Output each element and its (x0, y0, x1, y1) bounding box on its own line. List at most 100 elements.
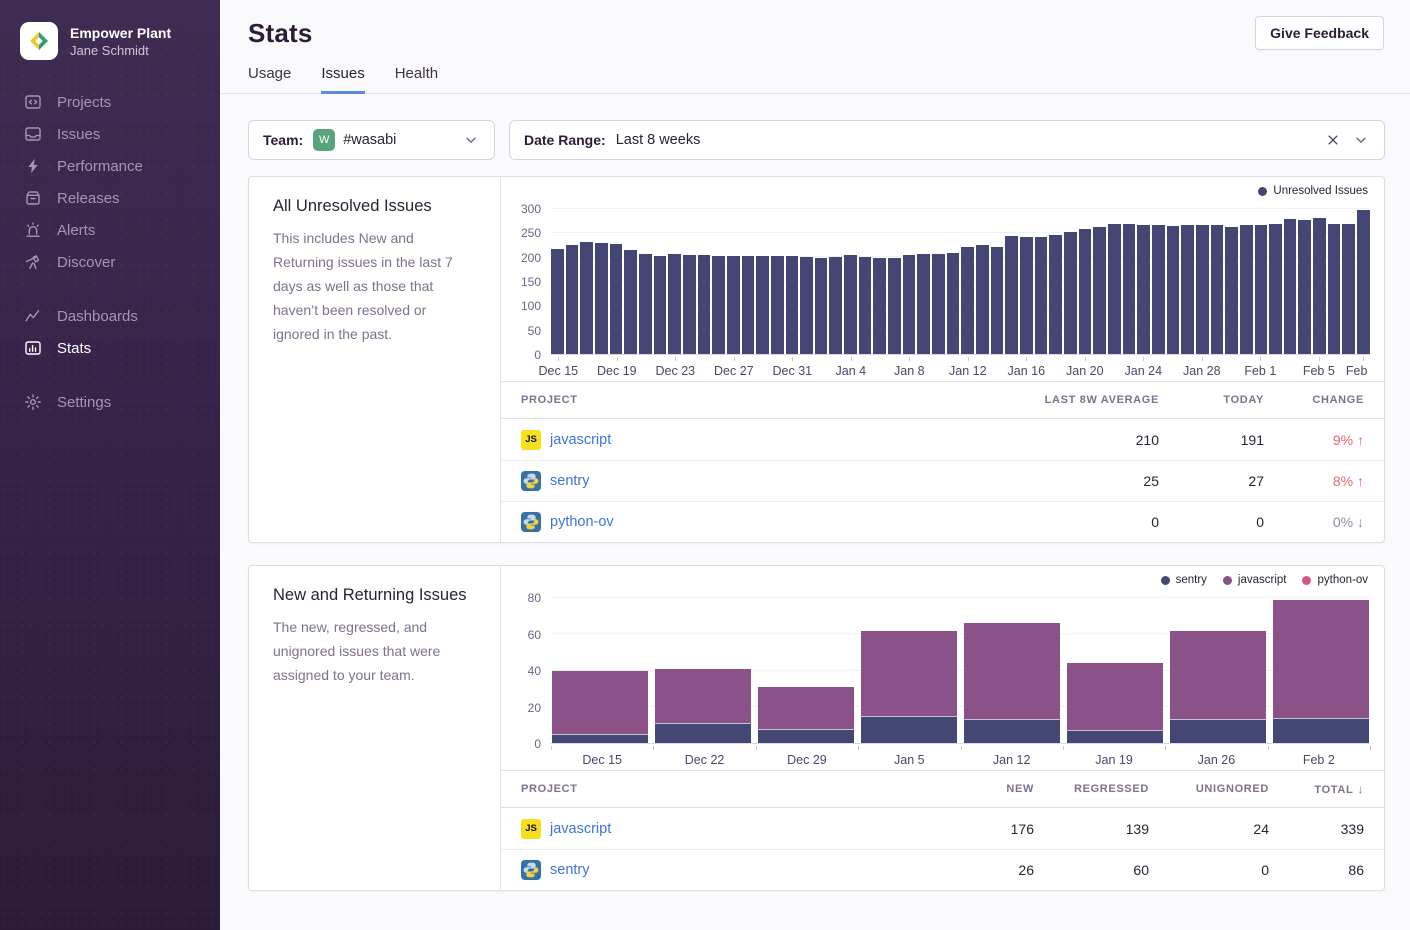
value-cell: 0 (1159, 514, 1264, 530)
projects-icon (24, 93, 42, 111)
sidebar-item-issues[interactable]: Issues (0, 118, 220, 150)
sidebar-item-dashboards[interactable]: Dashboards (0, 300, 220, 332)
bar (1035, 237, 1048, 354)
x-tick-mark (1319, 357, 1320, 361)
bar-series (551, 209, 1370, 354)
bar (888, 258, 901, 354)
bar (1357, 210, 1370, 354)
project-link-sentry[interactable]: sentry (550, 862, 590, 878)
legend-item-python-ov[interactable]: python-ov (1302, 574, 1368, 586)
discover-icon (24, 253, 42, 271)
legend-item-unresolved-issues[interactable]: Unresolved Issues (1258, 185, 1368, 197)
bar (1342, 224, 1355, 354)
sidebar-item-stats[interactable]: Stats (0, 332, 220, 364)
chevron-down-icon (462, 131, 480, 149)
x-tick-label: Jan 24 (1125, 364, 1163, 378)
user-name: Jane Schmidt (70, 43, 171, 58)
y-tick-label: 100 (521, 299, 541, 313)
bar (1049, 235, 1062, 354)
page-title: Stats (248, 18, 1384, 49)
legend-item-javascript[interactable]: javascript (1223, 574, 1287, 586)
table-header-row: PROJECTLAST 8W AVERAGETODAYCHANGE (501, 382, 1384, 419)
x-tick-label: Jan 4 (836, 364, 867, 378)
legend-dot-icon (1302, 576, 1311, 585)
tab-usage[interactable]: Usage (248, 65, 291, 94)
x-tick-label: Dec 23 (656, 364, 696, 378)
column-header-total[interactable]: TOTAL ↓ (1269, 782, 1364, 796)
sidebar-item-releases[interactable]: Releases (0, 182, 220, 214)
bar (800, 257, 813, 354)
nav-section-1: DashboardsStats (0, 300, 220, 364)
bar (1211, 225, 1224, 354)
bar (1313, 218, 1326, 354)
project-link-sentry[interactable]: sentry (550, 473, 590, 489)
bar (947, 253, 960, 354)
team-filter-select[interactable]: Team: W #wasabi (248, 120, 495, 160)
alerts-icon (24, 221, 42, 239)
sidebar: Empower Plant Jane Schmidt Projects Issue… (0, 0, 220, 930)
clear-icon[interactable] (1324, 131, 1342, 149)
bar (683, 255, 696, 354)
bar (727, 256, 740, 354)
bar (844, 255, 857, 354)
filter-bar: Team: W #wasabi Date Range: Last 8 weeks (248, 120, 1385, 160)
panel-chart-column: 020406080Dec 15Dec 22Dec 29Jan 5Jan 12Ja… (501, 566, 1384, 890)
segment-javascript (552, 671, 648, 734)
project-link-python-ov[interactable]: python-ov (550, 514, 614, 530)
sidebar-item-projects[interactable]: Projects (0, 86, 220, 118)
bar (1240, 225, 1253, 354)
org-logo-icon (20, 22, 58, 60)
bar (1093, 227, 1106, 354)
bar (742, 256, 755, 354)
tab-issues[interactable]: Issues (321, 65, 364, 94)
sidebar-item-alerts[interactable]: Alerts (0, 214, 220, 246)
value-cell: 210 (999, 432, 1159, 448)
stats-icon (24, 339, 42, 357)
x-tick-mark (617, 357, 618, 361)
bar (1152, 225, 1165, 354)
bar (917, 254, 930, 354)
segment-javascript (655, 669, 751, 723)
bar (580, 242, 593, 354)
stacked-bar (1170, 598, 1266, 743)
bar (1005, 236, 1018, 354)
bar (624, 250, 637, 354)
content: Team: W #wasabi Date Range: Last 8 weeks (220, 94, 1410, 930)
plot-area (551, 598, 1370, 744)
sidebar-item-label: Projects (57, 94, 111, 111)
page-header: Stats Give Feedback (220, 0, 1410, 55)
project-link-javascript[interactable]: javascript (550, 432, 611, 448)
sidebar-item-performance[interactable]: Performance (0, 150, 220, 182)
team-filter-value: #wasabi (343, 132, 396, 148)
x-tick-mark (1260, 357, 1261, 361)
x-tick-mark (551, 746, 552, 750)
segment-sentry (1273, 718, 1369, 743)
panel-all-unresolved-issues: All Unresolved IssuesThis includes New a… (248, 176, 1385, 543)
x-tick-label: Jan 26 (1198, 753, 1236, 767)
panel-title: New and Returning Issues (273, 586, 476, 605)
sidebar-item-label: Performance (57, 158, 143, 175)
project-link-javascript[interactable]: javascript (550, 821, 611, 837)
bar (639, 254, 652, 354)
x-tick-mark (851, 357, 852, 361)
y-axis: 020406080 (509, 598, 545, 744)
segment-sentry (1170, 719, 1266, 743)
bar (610, 244, 623, 354)
bar (1167, 226, 1180, 354)
org-switcher[interactable]: Empower Plant Jane Schmidt (0, 22, 220, 60)
date-range-select[interactable]: Date Range: Last 8 weeks (509, 120, 1385, 160)
legend-item-sentry[interactable]: sentry (1161, 574, 1207, 586)
bar (595, 243, 608, 354)
sidebar-item-discover[interactable]: Discover (0, 246, 220, 278)
tab-health[interactable]: Health (395, 65, 438, 94)
x-tick-mark (961, 746, 962, 750)
bar (1123, 224, 1136, 355)
give-feedback-button[interactable]: Give Feedback (1255, 16, 1384, 50)
bar (712, 256, 725, 354)
tab-bar: Usage Issues Health (220, 55, 1410, 94)
nav-section-2: Settings (0, 386, 220, 418)
panel-description-column: All Unresolved IssuesThis includes New a… (249, 177, 501, 542)
sidebar-item-settings[interactable]: Settings (0, 386, 220, 418)
value-cell: 176 (924, 821, 1034, 837)
x-tick-label: Jan 8 (894, 364, 925, 378)
